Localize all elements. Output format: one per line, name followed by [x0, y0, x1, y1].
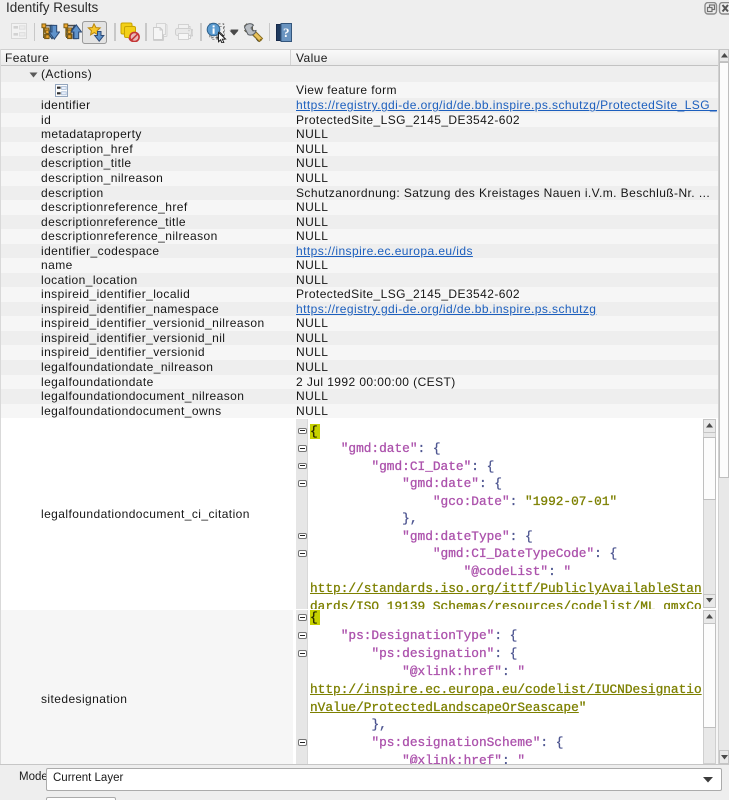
svg-text:?: ? [283, 25, 290, 40]
